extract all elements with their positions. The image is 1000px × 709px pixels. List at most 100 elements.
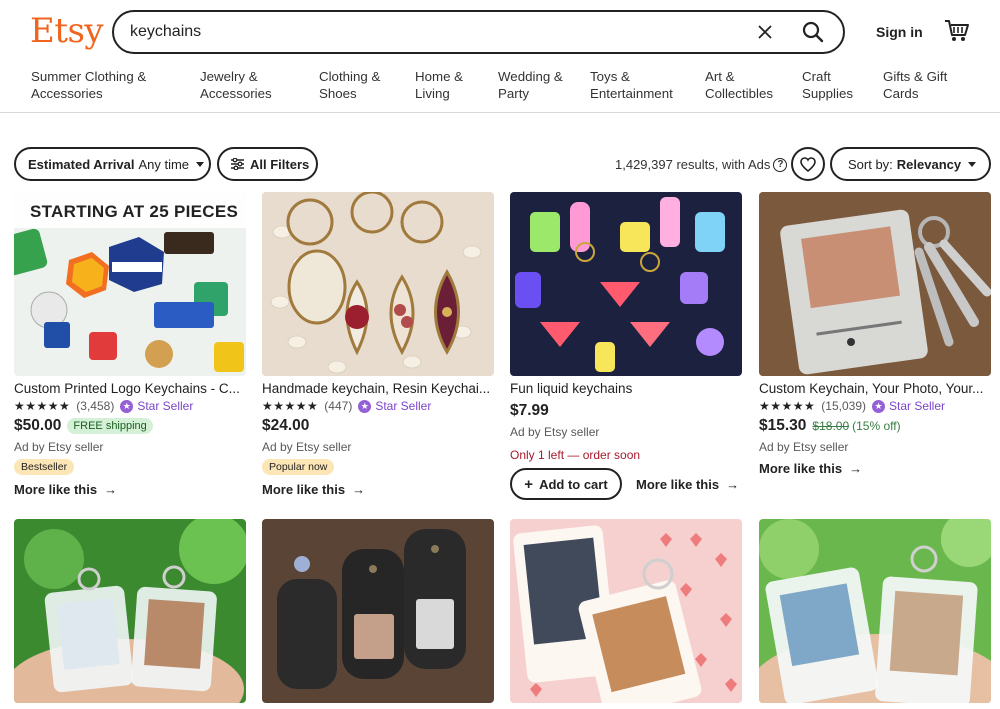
more-like-this-label: More like this [14,482,98,497]
star-seller-badge: ★ Star Seller [120,399,193,413]
bestseller-badge: Bestseller [14,459,75,475]
arrow-right-icon: → [104,482,118,497]
product-image[interactable] [14,519,246,703]
product-card-row2-1[interactable] [14,519,246,703]
clear-search-icon[interactable] [753,20,777,44]
more-like-this-link[interactable]: More like this → [636,477,739,492]
plus-icon: + [524,475,534,493]
review-count: (447) [324,399,353,413]
cart-icon[interactable] [944,19,970,43]
five-stars-icon: ★★★★★ [14,399,71,413]
product-title[interactable]: Custom Printed Logo Keychains - C... [14,381,246,396]
arrow-right-icon: → [352,482,366,497]
product-title[interactable]: Fun liquid keychains [510,381,742,396]
nav-item-home-living[interactable]: Home & Living [415,68,463,102]
nav-item-wedding-party[interactable]: Wedding & Party [498,68,563,102]
sign-in-link[interactable]: Sign in [876,24,923,40]
search-bar[interactable] [112,10,845,54]
results-text: 1,429,397 results, with Ads [615,157,771,172]
popular-now-badge: Popular now [262,459,335,475]
product-title[interactable]: Custom Keychain, Your Photo, Your... [759,381,991,396]
rating-row: ★★★★★ (15,039) ★ Star Seller [759,399,991,413]
product-image[interactable]: STARTING AT 25 PIECES [14,192,246,376]
more-like-this-link[interactable]: More like this → [262,482,494,497]
etsy-logo[interactable]: Etsy [30,11,104,51]
review-count: (3,458) [76,399,115,413]
more-like-this-label: More like this [759,461,843,476]
price-row: $50.00 FREE shipping [14,417,246,435]
free-shipping-badge: FREE shipping [67,418,153,434]
star-seller-icon: ★ [358,399,372,413]
star-seller-label: Star Seller [375,399,432,413]
product-image[interactable] [759,192,991,376]
more-like-this-link[interactable]: More like this → [14,482,246,497]
star-seller-badge: ★ Star Seller [872,399,945,413]
filter-sliders-icon [231,158,244,170]
price: $50.00 [14,417,62,434]
estimated-arrival-dropdown[interactable]: Estimated Arrival Any time [14,147,211,181]
sort-dropdown[interactable]: Sort by: Relevancy [830,147,991,181]
more-like-this-label: More like this [636,476,720,492]
ad-by-seller: Ad by Etsy seller [262,440,352,454]
nav-item-summer-clothing[interactable]: Summer Clothing & Accessories [31,68,146,102]
product-card-row2-3[interactable] [510,519,742,703]
results-count: 1,429,397 results, with Ads ? [615,157,788,172]
product-image[interactable] [510,519,742,703]
star-seller-icon: ★ [872,399,885,413]
search-icon[interactable] [799,18,827,46]
search-input[interactable] [130,23,730,41]
product-image[interactable] [759,519,991,703]
discount-percent: (15% off) [852,419,901,433]
arrow-right-icon: → [726,476,740,492]
original-price: $18.00 [812,419,850,433]
add-to-cart-label: Add to cart [539,476,608,492]
help-icon[interactable]: ? [773,157,788,172]
star-seller-label: Star Seller [137,399,194,413]
rating-row: ★★★★★ (3,458) ★ Star Seller [14,399,246,413]
price-row: $7.99 [510,402,742,420]
nav-item-toys[interactable]: Toys & Entertainment [590,68,673,102]
product-image[interactable] [510,192,742,376]
star-seller-badge: ★ Star Seller [358,399,431,413]
image-overlay-text: STARTING AT 25 PIECES [30,202,239,221]
sort-label: Sort by: [848,156,893,172]
product-card-resin-keychain[interactable]: Handmade keychain, Resin Keychai... ★★★★… [262,192,494,497]
star-seller-label: Star Seller [889,399,946,413]
product-card-liquid-keychains[interactable]: Fun liquid keychains $7.99 Ad by Etsy se… [510,192,742,500]
price: $24.00 [262,417,310,434]
more-like-this-link[interactable]: More like this → [759,461,991,476]
all-filters-label: All Filters [250,156,310,172]
caret-down-icon [968,161,977,167]
nav-item-jewelry[interactable]: Jewelry & Accessories [200,68,272,102]
price: $15.30 [759,417,807,434]
sort-value: Relevancy [896,156,962,172]
ad-by-seller: Ad by Etsy seller [759,440,849,454]
review-count: (15,039) [821,399,866,413]
all-filters-button[interactable]: All Filters [217,147,318,181]
product-card-row2-2[interactable] [262,519,494,703]
nav-item-clothing-shoes[interactable]: Clothing & Shoes [319,68,380,102]
product-image[interactable] [262,519,494,703]
product-card-logo-keychains[interactable]: STARTING AT 25 PIECES Custom Printed Log… [14,192,246,497]
card-actions: + Add to cart More like this → [510,468,742,500]
nav-item-craft-supplies[interactable]: Craft Supplies [802,68,853,102]
save-search-heart-icon[interactable] [791,147,825,181]
arrow-right-icon: → [849,461,863,476]
product-image[interactable] [262,192,494,376]
star-seller-icon: ★ [120,399,134,413]
price: $7.99 [510,402,549,419]
arrival-label: Estimated Arrival [28,156,135,172]
product-title[interactable]: Handmade keychain, Resin Keychai... [262,381,494,396]
nav-item-gifts[interactable]: Gifts & Gift Cards [883,68,947,102]
price-row: $15.30 $18.00 (15% off) [759,417,991,435]
five-stars-icon: ★★★★★ [262,399,319,413]
arrival-value: Any time [138,156,190,172]
product-card-photo-keychain[interactable]: Custom Keychain, Your Photo, Your... ★★★… [759,192,991,476]
more-like-this-label: More like this [262,482,346,497]
five-stars-icon: ★★★★★ [759,399,816,413]
ad-by-seller: Ad by Etsy seller [14,440,104,454]
product-card-row2-4[interactable] [759,519,991,703]
nav-item-art[interactable]: Art & Collectibles [705,68,773,102]
caret-down-icon [196,161,205,167]
add-to-cart-button[interactable]: + Add to cart [510,468,622,500]
